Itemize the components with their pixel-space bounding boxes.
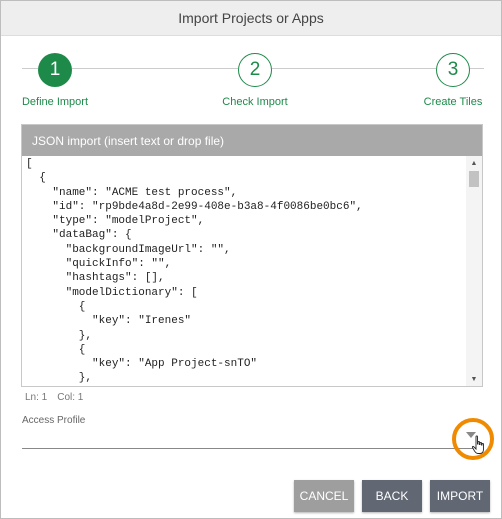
dialog-title: Import Projects or Apps [178, 10, 324, 26]
column-indicator: Col: 1 [57, 392, 84, 403]
json-editor[interactable]: [ { "name": "ACME test process", "id": "… [22, 156, 482, 386]
code-line: "quickInfo": "", [26, 258, 172, 271]
json-code-text[interactable]: [ { "name": "ACME test process", "id": "… [26, 157, 464, 386]
code-line: "backgroundImageUrl": "", [26, 243, 231, 256]
scroll-up-icon[interactable]: ▲ [466, 156, 482, 170]
import-button[interactable]: IMPORT [430, 480, 490, 512]
import-dialog: Import Projects or Apps 1 Define Import … [0, 0, 502, 519]
code-line: "name": "ACME test process", [26, 186, 238, 199]
dialog-header: Import Projects or Apps [1, 1, 501, 36]
line-indicator: Ln: 1 [25, 392, 48, 403]
code-line: { [26, 172, 46, 185]
back-button[interactable]: BACK [362, 480, 422, 512]
step-label: Define Import [21, 96, 89, 108]
step-number-circle: 2 [238, 53, 272, 87]
step-create-tiles[interactable]: 3 Create Tiles [419, 53, 487, 108]
vertical-scrollbar[interactable]: ▲ ▼ [466, 156, 482, 386]
code-line: "modelDictionary": [ [26, 286, 198, 299]
code-line: "hashtags": [], [26, 272, 165, 285]
access-profile-select[interactable] [22, 421, 483, 449]
code-line: [ [26, 158, 33, 170]
hand-pointer-icon [471, 435, 484, 454]
step-label: Create Tiles [423, 96, 483, 108]
access-profile-underline [22, 448, 483, 449]
step-label: Check Import [222, 96, 288, 108]
step-number-circle: 1 [38, 53, 72, 87]
code-line: "id": "rp9bde4a8d-2e99-408e-b3a8-4f0086b… [26, 200, 363, 213]
dialog-actions: CANCEL BACK IMPORT [294, 480, 490, 512]
scrollbar-thumb[interactable] [469, 171, 479, 187]
json-import-panel: JSON import (insert text or drop file) [… [21, 124, 483, 387]
code-line: "key": "Irenes" [26, 315, 192, 328]
code-line: "dataBag": { [26, 229, 132, 242]
stepper: 1 Define Import 2 Check Import 3 Create … [22, 53, 484, 113]
code-line: "type": "modelProject", [26, 215, 205, 228]
scroll-down-icon[interactable]: ▼ [466, 372, 482, 386]
code-line: { [26, 300, 86, 313]
editor-status: Ln: 1 Col: 1 [25, 392, 83, 403]
code-line: }, [26, 372, 93, 385]
json-import-title: JSON import (insert text or drop file) [22, 125, 482, 156]
code-line: "key": "App Project-snTO" [26, 358, 258, 371]
step-check-import[interactable]: 2 Check Import [221, 53, 289, 108]
step-number-circle: 3 [436, 53, 470, 87]
code-line: }, [26, 329, 93, 342]
cancel-button[interactable]: CANCEL [294, 480, 354, 512]
stepper-line [272, 68, 436, 69]
step-define-import[interactable]: 1 Define Import [21, 53, 89, 108]
stepper-line [72, 68, 238, 69]
code-line: { [26, 343, 86, 356]
